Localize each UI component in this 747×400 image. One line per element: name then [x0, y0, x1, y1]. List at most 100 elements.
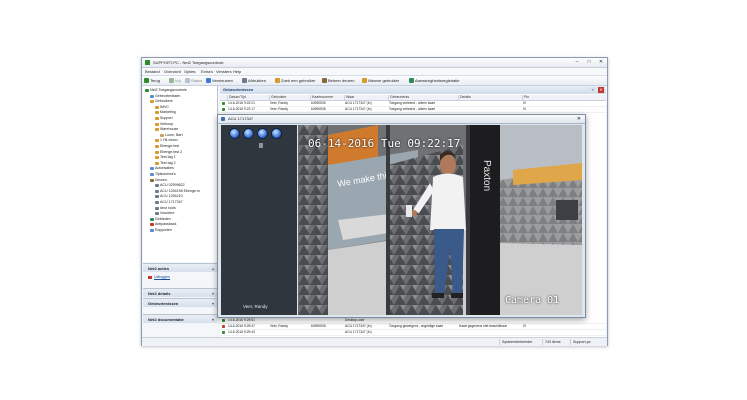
tree-item-label: ACU 1254210: [160, 194, 183, 199]
tree-item[interactable]: deur tools: [155, 206, 176, 211]
tree-item-label: Test tag 1: [160, 155, 176, 160]
play-button[interactable]: [243, 128, 254, 139]
column-header[interactable]: Pin: [522, 95, 529, 100]
status-button[interactable]: Status: [185, 77, 202, 84]
tree-item[interactable]: Gebeurtenissen: [150, 94, 180, 99]
tree-node-icon: [155, 201, 159, 204]
tree-item[interactable]: Test tag 1: [155, 155, 176, 160]
table-cell: 14-6-2016 9:22:21: [228, 101, 255, 105]
forward-arrow-icon: [169, 78, 174, 83]
column-header[interactable]: Details: [458, 95, 471, 100]
tree-item-label: ACU 02599622: [160, 183, 185, 188]
menu-opties[interactable]: Opties: [184, 69, 196, 74]
column-header[interactable]: Gebeurtenis: [388, 95, 409, 100]
panel-net2-details[interactable]: Net2 details ▾: [143, 288, 217, 297]
tree-item[interactable]: Verkoop: [155, 122, 173, 127]
tree-node-icon: [155, 156, 159, 160]
tree-node-icon: [155, 206, 159, 210]
event-status-icon: [222, 325, 225, 328]
back-button[interactable]: Terug: [144, 77, 160, 84]
pin-icon[interactable]: ▪: [590, 87, 596, 93]
forward-button[interactable]: [271, 128, 282, 139]
menu-bestand[interactable]: Bestand: [145, 69, 160, 74]
navigation-tree: Net2 Toegangscontrole Gebeurtenissen Gebru…: [143, 86, 218, 262]
tree-item[interactable]: Ebenge.test: [155, 144, 179, 149]
tree-item[interactable]: Antipassback: [150, 222, 176, 227]
pause-button[interactable]: [257, 128, 268, 139]
camera-window-title: ACU 1717347: [228, 116, 254, 121]
table-cell: 64990535: [311, 107, 326, 111]
tree-item[interactable]: Voordeur: [155, 211, 175, 216]
column-header[interactable]: Kaartnummer: [310, 95, 333, 100]
tree-item[interactable]: Ebenge.test 2: [155, 150, 182, 155]
column-header[interactable]: Waar: [344, 95, 354, 100]
tree-item[interactable]: Warehouse: [155, 127, 178, 132]
close-button[interactable]: ✕: [596, 59, 606, 66]
column-header[interactable]: Datum/Tijd: [227, 95, 246, 100]
tree-item[interactable]: Support: [155, 116, 173, 121]
tree-item[interactable]: Deuren: [150, 178, 167, 183]
table-row[interactable]: 14-6-2016 9:29:43 ACU 1717347 (In): [220, 330, 606, 336]
tree-item[interactable]: Marketing: [155, 110, 176, 115]
forward-button[interactable]: Vrij: [169, 77, 181, 84]
tree-item[interactable]: 1 Hit vision: [155, 138, 178, 143]
print-button[interactable]: Afdrukken: [242, 77, 266, 84]
registration-label: Aanwezigheidsregistratie: [415, 78, 460, 83]
panel-events[interactable]: Gebeurtenissen ▾: [143, 298, 217, 307]
find-user-icon: [275, 78, 280, 83]
tree-item-label: Autorisaties: [155, 166, 174, 171]
tree-item[interactable]: ACU 1254198 Ebenge.m: [155, 189, 200, 194]
close-pane-icon[interactable]: ✕: [598, 87, 604, 93]
rewind-button[interactable]: [229, 128, 240, 139]
tree-item[interactable]: Rapporten: [150, 228, 172, 233]
menu-overzicht[interactable]: Overzicht: [164, 69, 181, 74]
expand-icon: ▾: [211, 317, 214, 322]
tree-node-icon: [155, 212, 159, 216]
collapse-icon: ▴: [211, 266, 214, 271]
menu-help[interactable]: Help: [233, 69, 241, 74]
column-header[interactable]: Gebruiker: [269, 95, 286, 100]
tree-item[interactable]: ACU 02599622: [155, 183, 185, 188]
tree-item[interactable]: ACU 1254210: [155, 194, 183, 199]
status-icon: [185, 78, 190, 83]
registration-button[interactable]: Aanwezigheidsregistratie: [409, 77, 459, 84]
panel-docs[interactable]: Net2 documentatie ▾: [143, 314, 217, 323]
back-label: Terug: [150, 78, 161, 83]
camera-video-feed[interactable]: We make things Paxton 06-14-2016 Tue 09:…: [298, 125, 582, 315]
panel-net2-actions[interactable]: Net2 acties ▴: [143, 263, 217, 272]
tree-item[interactable]: Net2 Toegangscontrole: [145, 88, 187, 93]
camera-title-bar: ACU 1717347 ✕: [218, 115, 585, 124]
tree-item-label: Net2 Toegangscontrole: [150, 88, 187, 92]
tree-item-label: Loom, Bart: [165, 132, 183, 137]
minimize-button[interactable]: –: [572, 59, 582, 66]
refresh-button[interactable]: Vernieuwen: [206, 77, 233, 84]
logout-link[interactable]: Uitloggen: [154, 275, 170, 279]
table-cell: Toegang geweigerd - ongeldige kaart: [389, 324, 444, 328]
camera-window[interactable]: ACU 1717347 ✕ II Veer, Randy We make thi…: [217, 114, 586, 318]
tree-item[interactable]: Autorisaties: [150, 166, 174, 171]
panel-details-title: Net2 details: [148, 291, 171, 296]
tree-item[interactable]: IMVC: [155, 105, 169, 110]
tree-node-icon: [155, 105, 159, 109]
tree-item[interactable]: Tijdschema's: [150, 172, 176, 177]
table-cell: Toegang verleend - alleen kaart: [389, 101, 436, 105]
tree-item[interactable]: Gebieden: [150, 217, 171, 222]
tree-node-icon: [150, 223, 154, 227]
find-user-button[interactable]: Zoek een gebruiker: [275, 77, 315, 84]
menu-vensters[interactable]: Vensters: [216, 69, 232, 74]
tree-item[interactable]: ACU 1717347: [155, 200, 183, 205]
tree-item-label: deur tools: [160, 205, 176, 210]
tree-item[interactable]: Gebruikers: [150, 99, 173, 104]
maximize-button[interactable]: □: [584, 59, 594, 66]
pause-indicator: II: [259, 143, 263, 150]
tree-item-label: Rapporten: [155, 228, 172, 232]
new-user-label: Nieuwe gebruiker: [368, 78, 400, 83]
tree-item[interactable]: Test tag 2: [155, 161, 176, 166]
table-cell: IV: [523, 101, 527, 105]
manage-doors-button[interactable]: Beheer deuren: [322, 77, 354, 84]
new-user-button[interactable]: Nieuwe gebruiker: [362, 77, 399, 84]
table-row[interactable]: 14-6-2016 9:22:17 Veer, Randy 64990535 ACU …: [220, 107, 606, 113]
tree-item[interactable]: Loom, Bart: [160, 133, 183, 138]
camera-close-button[interactable]: ✕: [577, 116, 581, 122]
menu-extras[interactable]: Extra's: [201, 69, 213, 74]
